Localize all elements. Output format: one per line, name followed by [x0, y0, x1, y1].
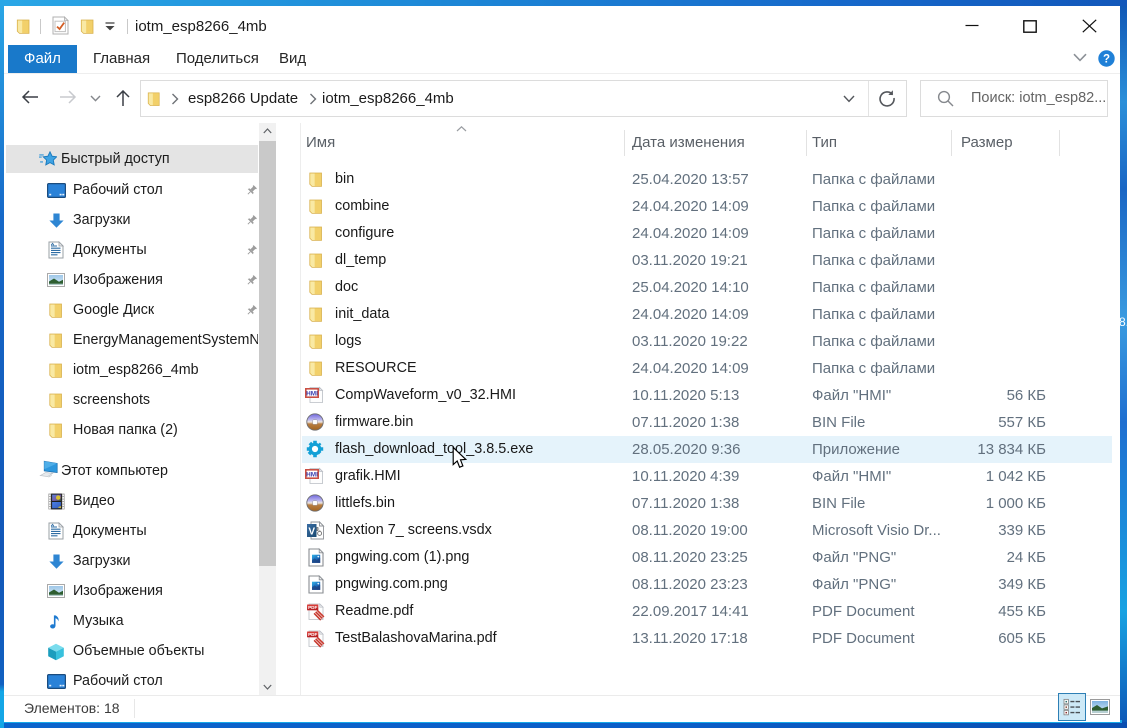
- svg-text:?: ?: [1103, 54, 1110, 66]
- svg-text:HMI: HMI: [306, 472, 318, 479]
- svg-text:HMI: HMI: [306, 391, 318, 398]
- svg-text:PDF: PDF: [308, 632, 317, 637]
- svg-text:V: V: [308, 526, 315, 537]
- svg-text:PDF: PDF: [308, 605, 317, 610]
